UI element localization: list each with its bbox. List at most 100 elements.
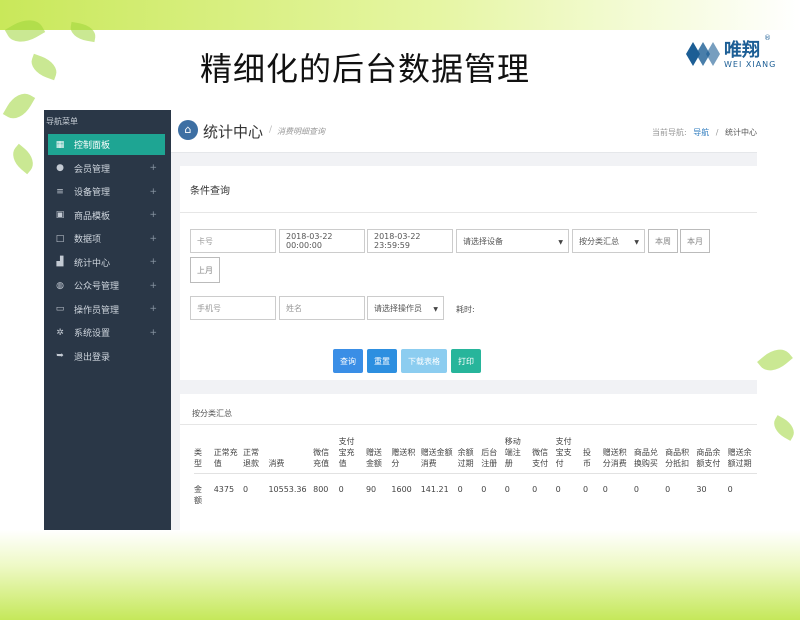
reset-button[interactable]: 重置	[367, 349, 397, 373]
expand-plus-icon: +	[149, 327, 157, 338]
divider	[180, 424, 757, 425]
expand-plus-icon: +	[149, 304, 157, 314]
sidebar-item-label: 会员管理	[74, 164, 111, 175]
summary-panel: 按分类汇总 类型 正常充值 正常退款 消费 微信充值 支付宝充值 赠送金额 赠送积分 赠送金额消…	[180, 394, 757, 530]
leaf-decoration	[757, 342, 793, 378]
card-number-placeholder: 卡号	[197, 236, 213, 246]
divider	[180, 212, 757, 213]
table-cell: 0	[602, 485, 608, 494]
sidebar-item-label: 公众号管理	[74, 282, 120, 292]
chevron-down-icon: ▼	[433, 306, 438, 313]
expand-plus-icon: +	[149, 280, 157, 291]
end-time-input[interactable]: 2018-03-22 23:59:59	[367, 229, 453, 253]
chevron-down-icon: ▼	[634, 239, 639, 246]
sidebar-item-label: 控制面板	[74, 141, 111, 151]
sidebar-item-label: 操作员管理	[74, 305, 120, 316]
print-button[interactable]: 打印	[451, 349, 481, 373]
column-header: 移动端注册	[504, 436, 533, 474]
table-cell: 0	[665, 485, 671, 494]
table-cell: 0	[242, 485, 249, 494]
breadcrumb-link[interactable]: 导航	[693, 128, 709, 137]
table-cell: 0	[457, 485, 463, 494]
leaf-decoration	[27, 53, 61, 81]
page-header: ⌂ 统计中心 / 消费明细查询 当前导航: 导航 / 统计中心	[171, 110, 757, 153]
sidebar-header: 导航菜单	[46, 117, 78, 126]
slide-bottom-band	[0, 530, 800, 620]
sidebar-item[interactable]: ▟ 统计中心 +	[48, 252, 165, 273]
breadcrumb-prefix: 当前导航:	[651, 128, 687, 137]
summary-panel-title: 按分类汇总	[192, 409, 232, 418]
logo-mark-icon	[686, 42, 720, 66]
cart-icon: ▣	[55, 210, 65, 220]
table-cell: 0	[481, 485, 487, 494]
this-week-button[interactable]: 本周	[648, 229, 678, 253]
table-cell: 141.21	[420, 485, 449, 494]
leaf-decoration	[2, 88, 36, 124]
last-month-button[interactable]: 上月	[190, 257, 220, 283]
admin-app-window: 导航菜单 ▦ 控制面板 ● 会员管理 + ≡ 设备管理 + ▣ 商品模板 + □ 数据项 + ▟ 统计中心 + ◍…	[44, 110, 757, 530]
this-month-button[interactable]: 本月	[680, 229, 710, 253]
table-cell: 4375	[213, 485, 235, 494]
page-subtitle: 消费明细查询	[277, 127, 325, 136]
device-select-value: 请选择设备	[463, 236, 503, 246]
device-select[interactable]: 请选择设备 ▼	[456, 229, 569, 253]
column-header: 赠送积分消费	[602, 436, 634, 474]
table-cell: 0	[727, 485, 733, 494]
sidebar-item[interactable]: ◍ 公众号管理 +	[48, 275, 165, 296]
user-icon: ●	[56, 163, 64, 173]
elapsed-time-label: 耗时:	[456, 305, 475, 314]
name-input[interactable]: 姓名	[279, 296, 365, 320]
column-header: 余额过期	[457, 436, 482, 474]
main-content: ⌂ 统计中心 / 消费明细查询 当前导航: 导航 / 统计中心 条件查询 卡号 …	[171, 110, 757, 530]
sidebar-item[interactable]: □ 数据项 +	[48, 228, 165, 249]
leaf-decoration	[769, 415, 799, 441]
column-header: 投币	[583, 436, 603, 474]
table-cell: 90	[365, 485, 377, 494]
query-button[interactable]: 查询	[333, 349, 363, 373]
summary-type-select[interactable]: 按分类汇总 ▼	[572, 229, 645, 253]
sidebar-item[interactable]: ▦ 控制面板	[48, 134, 165, 155]
start-time-value: 2018-03-22 00:00:00	[286, 232, 333, 250]
sidebar-item[interactable]: ▣ 商品模板 +	[48, 205, 165, 226]
breadcrumb: 当前导航: 导航 / 统计中心	[652, 127, 757, 138]
chat-icon: ◍	[56, 280, 64, 291]
operator-select[interactable]: 请选择操作员 ▼	[367, 296, 444, 320]
logout-icon: ➥	[56, 351, 64, 361]
phone-input[interactable]: 手机号	[190, 296, 276, 320]
query-panel-title: 条件查询	[190, 186, 230, 197]
column-header: 支付宝充值	[338, 436, 366, 474]
expand-plus-icon: +	[149, 233, 157, 244]
table-cell: 0	[583, 485, 589, 494]
sidebar-item[interactable]: ● 会员管理 +	[48, 158, 165, 179]
list-icon: ≡	[56, 186, 64, 197]
table-cell: 0	[532, 485, 538, 494]
sidebar-item[interactable]: ✲ 系统设置 +	[48, 322, 165, 343]
table-cell: 0	[555, 485, 561, 494]
column-header: 后台注册	[481, 436, 505, 474]
sidebar-item-label: 退出登录	[74, 352, 111, 363]
table-cell: 800	[313, 485, 329, 494]
expand-plus-icon: +	[149, 210, 157, 220]
home-icon[interactable]: ⌂	[178, 120, 198, 140]
card-number-input[interactable]: 卡号	[190, 229, 276, 253]
table-cell: 30	[696, 485, 707, 494]
sidebar-item[interactable]: ≡ 设备管理 +	[48, 181, 165, 202]
logo-text-en: WEI XIANG	[724, 60, 777, 69]
logo-text-cn: 唯翔	[724, 40, 760, 61]
brand-logo: 唯翔 ® WEI XIANG	[684, 34, 794, 78]
download-table-button[interactable]: 下载表格	[401, 349, 447, 373]
leaf-decoration	[7, 143, 39, 175]
sidebar-item[interactable]: ➥ 退出登录	[48, 346, 165, 367]
summary-type-value: 按分类汇总	[579, 236, 619, 246]
sidebar-item[interactable]: ▭ 操作员管理 +	[48, 299, 165, 320]
table-cell: 1600	[391, 485, 412, 494]
title-separator: /	[269, 125, 273, 135]
dashboard-icon: ▦	[55, 139, 65, 150]
expand-plus-icon: +	[149, 163, 157, 173]
column-header: 商品积分抵扣	[665, 436, 697, 474]
column-header: 类型	[194, 436, 214, 474]
column-header: 赠送余额过期	[727, 436, 757, 474]
page-title: 统计中心	[203, 123, 264, 141]
sidebar-item-label: 设备管理	[74, 188, 111, 198]
start-time-input[interactable]: 2018-03-22 00:00:00	[279, 229, 365, 253]
